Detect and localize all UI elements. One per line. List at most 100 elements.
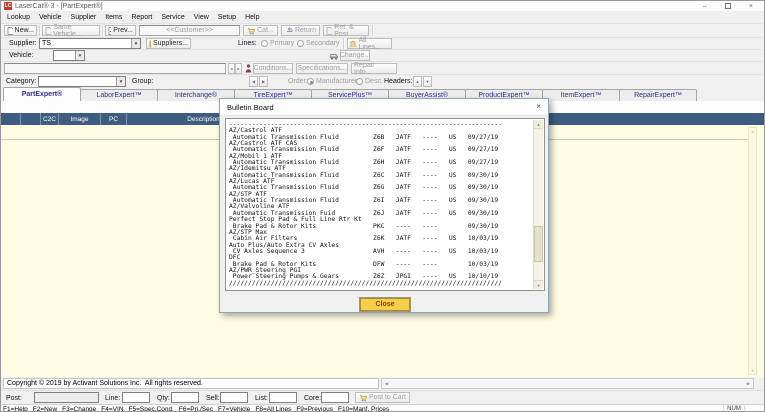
core-label: Core: <box>304 393 321 404</box>
toolbar-category: Category: ▼ Group: ▼ ◀ ▶ Order: Manufact… <box>1 74 764 87</box>
bulletin-text[interactable]: ----------------------------------------… <box>227 120 532 289</box>
prev-page-icon <box>108 27 111 35</box>
post-to-cart-button[interactable]: Post to Cart <box>355 392 410 403</box>
post-label: Post: <box>6 393 22 404</box>
new-button[interactable]: New... <box>4 25 37 36</box>
scroll-up-icon[interactable]: ▲ <box>534 120 543 129</box>
menu-items[interactable]: Items <box>105 14 122 21</box>
change-vehicle-button[interactable]: Change... <box>340 50 370 61</box>
headers-down-button[interactable]: ▼ <box>423 76 432 87</box>
list-label: List: <box>255 393 268 404</box>
line-field[interactable] <box>122 392 150 403</box>
ret-and-post-button[interactable]: Ret. & Post <box>323 25 369 36</box>
lines-primary-radio[interactable]: Primary <box>261 38 294 49</box>
dialog-close-icon[interactable]: × <box>536 102 541 112</box>
lines-secondary-radio[interactable]: Secondary <box>297 38 339 49</box>
menu-lookup[interactable]: Lookup <box>7 14 30 21</box>
menu-service[interactable]: Service <box>161 14 184 21</box>
specifications-button[interactable]: Specifications... <box>296 63 348 74</box>
person-icon <box>245 64 252 73</box>
same-vehicle-button[interactable]: Same Vehicle... <box>42 25 100 36</box>
scrollbar-thumb[interactable] <box>534 226 543 261</box>
headers-label: Headers: <box>384 76 412 87</box>
tab-itemexpert[interactable]: ItemExpert™ <box>542 89 620 101</box>
menu-bar: Lookup Vehicle Supplier Items Report Service V… <box>1 12 764 23</box>
category-label: Category: <box>6 76 36 87</box>
headers-up-button[interactable]: ▲ <box>413 76 422 87</box>
vehicle-year-combobox[interactable]: ▼ <box>53 50 85 61</box>
menu-help[interactable]: Help <box>245 14 259 21</box>
prev-button[interactable]: Prev... <box>105 25 136 36</box>
column-header-blank-0[interactable] <box>1 113 21 125</box>
radio-icon <box>307 78 314 85</box>
cart-icon <box>359 394 367 402</box>
supplier-combobox[interactable]: TS ▼ <box>39 38 141 49</box>
results-vertical-scrollbar[interactable]: ▲ ▼ <box>748 127 757 375</box>
column-header-blank-1[interactable] <box>21 113 41 125</box>
fkey-f6: F6=Pri./Sec <box>179 406 213 412</box>
core-field[interactable] <box>321 392 349 403</box>
category-combobox[interactable]: ▼ <box>38 76 126 87</box>
menu-vehicle[interactable]: Vehicle <box>39 14 62 21</box>
order-manufacturer-radio[interactable]: Manufacturer <box>307 76 357 87</box>
chevron-down-icon[interactable]: ▼ <box>116 77 125 86</box>
group-label: Group: <box>132 76 153 87</box>
vehicle-description-field[interactable] <box>4 63 226 74</box>
qty-field[interactable] <box>171 392 199 403</box>
fkey-f10: F10=Manf. Prices <box>338 406 389 412</box>
toolbar-vehicle-detail: ◂ ▸ Conditions... Specifications... Repa… <box>1 61 764 74</box>
vehicle-page-icon <box>45 27 51 35</box>
fkey-f8: F8=All Lines <box>255 406 291 412</box>
dialog-title-bar[interactable]: Bulletin Board × <box>220 99 548 116</box>
fkey-f7: F7=Vehicle <box>218 406 250 412</box>
tab-partexpert[interactable]: PartExpert® <box>3 87 81 101</box>
car-icon <box>329 51 339 60</box>
menu-supplier[interactable]: Supplier <box>71 14 97 21</box>
suppliers-button[interactable]: Suppliers... <box>146 38 191 49</box>
sell-field[interactable] <box>220 392 248 403</box>
scroll-right-icon[interactable]: ▶ <box>744 379 753 388</box>
menu-report[interactable]: Report <box>131 14 152 21</box>
order-desc-radio[interactable]: Desc. <box>356 76 383 87</box>
title-bar: LC LaserCat® 3 - [PartExpert®] – × <box>1 1 764 12</box>
scroll-left-icon[interactable]: ◀ <box>382 379 391 388</box>
menu-view[interactable]: View <box>194 14 209 21</box>
status-strip: Copyright © 2019 by Activant Solutions I… <box>1 377 764 390</box>
tab-laborexpert[interactable]: LaborExpert™ <box>80 89 158 101</box>
vehicle-prev-spinner[interactable]: ◂ <box>228 63 235 74</box>
vehicle-next-spinner[interactable]: ▸ <box>235 63 242 74</box>
close-button[interactable]: Close <box>360 298 410 311</box>
column-header-c2c[interactable]: C2C <box>41 113 59 125</box>
all-lines-button[interactable]: All Lines... <box>347 38 392 49</box>
return-button[interactable]: Return <box>281 25 320 36</box>
menu-setup[interactable]: Setup <box>218 14 236 21</box>
all-lines-icon <box>350 40 357 48</box>
return-arrow-icon <box>285 27 293 34</box>
chevron-down-icon[interactable]: ▼ <box>75 51 84 60</box>
bulletin-textbox: ----------------------------------------… <box>225 118 545 291</box>
tab-repairexpert[interactable]: RepairExpert™ <box>619 89 697 101</box>
bulletin-scrollbar[interactable]: ▲ ▼ <box>533 120 543 289</box>
close-window-icon[interactable]: × <box>749 3 753 10</box>
group-next-button[interactable]: ▶ <box>259 76 268 87</box>
cat-button[interactable]: Cat... <box>243 25 278 36</box>
minimize-icon[interactable]: – <box>703 3 707 10</box>
list-field[interactable] <box>269 392 297 403</box>
results-horizontal-scrollbar[interactable]: ◀ ▶ <box>381 378 754 389</box>
scroll-down-icon[interactable]: ▼ <box>749 367 756 374</box>
customer-field[interactable]: <<Customer>> <box>139 25 240 36</box>
conditions-button[interactable]: Conditions... <box>253 63 293 74</box>
dialog-title: Bulletin Board <box>227 103 274 112</box>
fkey-f2: F2=New <box>33 406 57 412</box>
column-header-image[interactable]: Image <box>59 113 101 125</box>
scroll-up-icon[interactable]: ▲ <box>749 128 756 135</box>
maximize-icon[interactable] <box>725 3 731 9</box>
scroll-down-icon[interactable]: ▼ <box>534 280 543 289</box>
fkey-f3: F3=Change <box>62 406 96 412</box>
chevron-down-icon[interactable]: ▼ <box>131 39 140 48</box>
repair-info-button[interactable]: Repair Info... <box>351 63 397 74</box>
group-prev-button[interactable]: ◀ <box>249 76 258 87</box>
post-field[interactable] <box>34 392 99 403</box>
column-header-pc[interactable]: PC <box>101 113 127 125</box>
app-logo-icon: LC <box>4 2 12 10</box>
